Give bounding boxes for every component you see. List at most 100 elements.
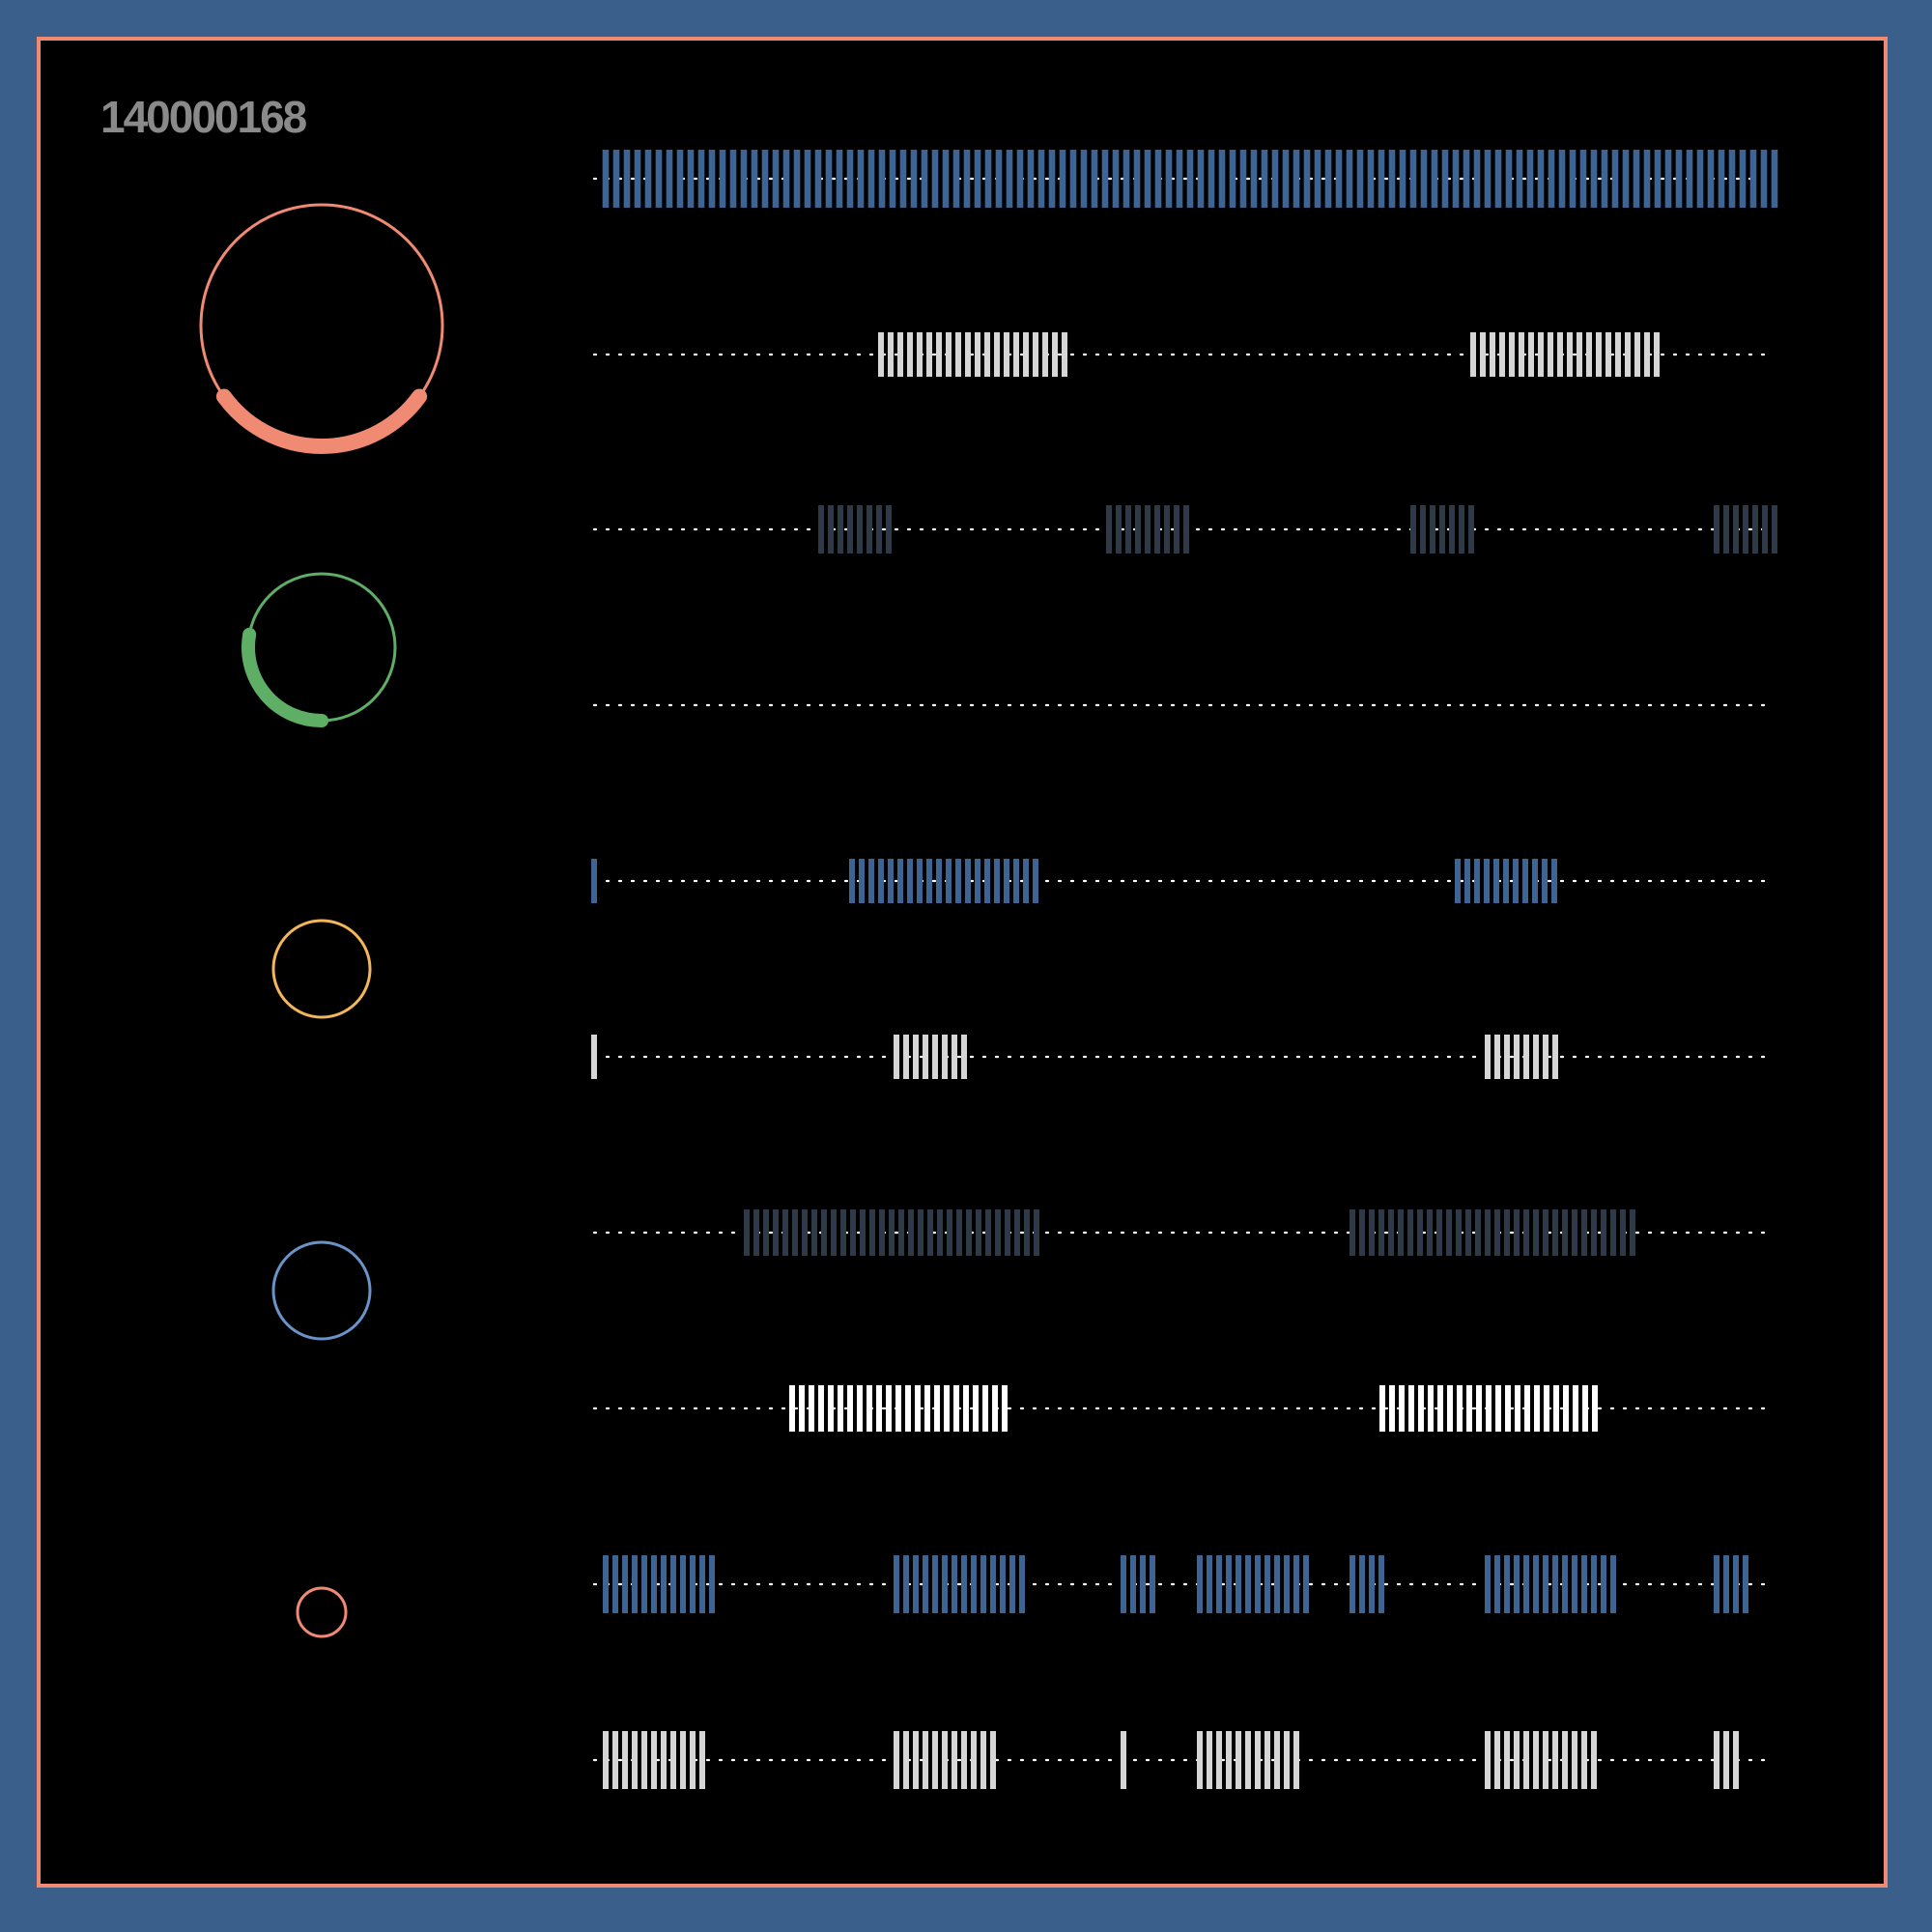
bar — [952, 150, 960, 208]
track-6 — [591, 1035, 1776, 1079]
bar — [942, 1555, 948, 1613]
bar — [1480, 332, 1486, 377]
bar — [980, 1731, 986, 1789]
bar — [818, 1385, 824, 1432]
bar — [1723, 1731, 1729, 1789]
bar — [936, 859, 942, 903]
bar — [1474, 859, 1480, 903]
bar — [1145, 505, 1151, 554]
bar — [1494, 1731, 1500, 1789]
bar — [924, 1385, 930, 1432]
bar — [641, 1731, 647, 1789]
bar — [984, 332, 990, 377]
bar — [1456, 1209, 1462, 1256]
bar — [1359, 1555, 1365, 1613]
bar — [1592, 1385, 1598, 1432]
track-3-group-3 — [1410, 505, 1474, 554]
bar — [1696, 150, 1704, 208]
track-3-group-2 — [1106, 505, 1189, 554]
bar — [661, 1555, 667, 1613]
bar — [690, 1731, 696, 1789]
bar — [1417, 1209, 1423, 1256]
bar — [955, 859, 961, 903]
bar — [990, 1731, 996, 1789]
bar — [1261, 150, 1268, 208]
bar — [1324, 150, 1332, 208]
bar — [1675, 150, 1683, 208]
bar — [1197, 1731, 1203, 1789]
bar — [1006, 150, 1013, 208]
track-10-group-1 — [603, 1731, 705, 1789]
bar — [1514, 1731, 1520, 1789]
bar — [773, 1209, 779, 1256]
bar — [931, 150, 939, 208]
bar — [1346, 150, 1353, 208]
bar — [1004, 859, 1009, 903]
bar — [622, 1731, 628, 1789]
bar — [1567, 332, 1573, 377]
bar — [1274, 1555, 1280, 1613]
bar — [1464, 859, 1470, 903]
bar — [612, 1555, 618, 1613]
ring-column — [199, 203, 444, 1638]
bar — [1630, 1209, 1635, 1256]
bar — [1284, 1731, 1290, 1789]
bar — [1245, 1731, 1251, 1789]
bar — [1399, 150, 1406, 208]
bar — [623, 150, 631, 208]
bar — [934, 1385, 940, 1432]
bar — [591, 859, 597, 903]
bar — [1581, 1731, 1587, 1789]
bar — [1644, 332, 1650, 377]
bar — [1130, 1555, 1136, 1613]
bar — [905, 1385, 911, 1432]
bar — [1250, 150, 1258, 208]
bar — [1513, 859, 1519, 903]
bar — [1548, 332, 1553, 377]
bar — [984, 859, 990, 903]
bar — [1543, 1035, 1548, 1079]
bar — [1420, 150, 1428, 208]
bar — [1409, 150, 1417, 208]
bar — [651, 1555, 657, 1613]
bar — [956, 1209, 962, 1256]
bar — [923, 1035, 928, 1079]
track-10-group-5 — [1485, 1731, 1597, 1789]
bar — [1314, 150, 1321, 208]
bar — [973, 1385, 979, 1432]
bar — [1439, 505, 1445, 554]
bar — [990, 1555, 996, 1613]
bar — [1236, 1555, 1241, 1613]
bar — [1611, 150, 1619, 208]
bar — [1601, 1209, 1606, 1256]
bar — [995, 1209, 1001, 1256]
bar — [1643, 150, 1651, 208]
bar — [1335, 150, 1343, 208]
bar — [974, 150, 981, 208]
bar — [1485, 1555, 1491, 1613]
bar — [961, 1035, 967, 1079]
bar — [1121, 1555, 1126, 1613]
bar — [622, 1555, 628, 1613]
bar — [1207, 1555, 1212, 1613]
bar — [1579, 150, 1587, 208]
bar — [1552, 1555, 1558, 1613]
bar — [838, 505, 843, 554]
bar — [1533, 1035, 1539, 1079]
bar — [923, 1731, 928, 1789]
bar — [1543, 1555, 1548, 1613]
canvas-frame: 140000168 — [37, 37, 1888, 1888]
bar — [1002, 1385, 1008, 1432]
bar — [1378, 1555, 1384, 1613]
bar — [1552, 1209, 1558, 1256]
bar — [894, 1731, 899, 1789]
bar — [1418, 1385, 1424, 1432]
bar — [1042, 332, 1048, 377]
bar — [867, 1385, 872, 1432]
bar — [1749, 150, 1757, 208]
bar — [952, 1035, 957, 1079]
bar — [651, 1731, 657, 1789]
bar — [897, 859, 903, 903]
bar — [719, 150, 726, 208]
bar — [927, 1209, 933, 1256]
